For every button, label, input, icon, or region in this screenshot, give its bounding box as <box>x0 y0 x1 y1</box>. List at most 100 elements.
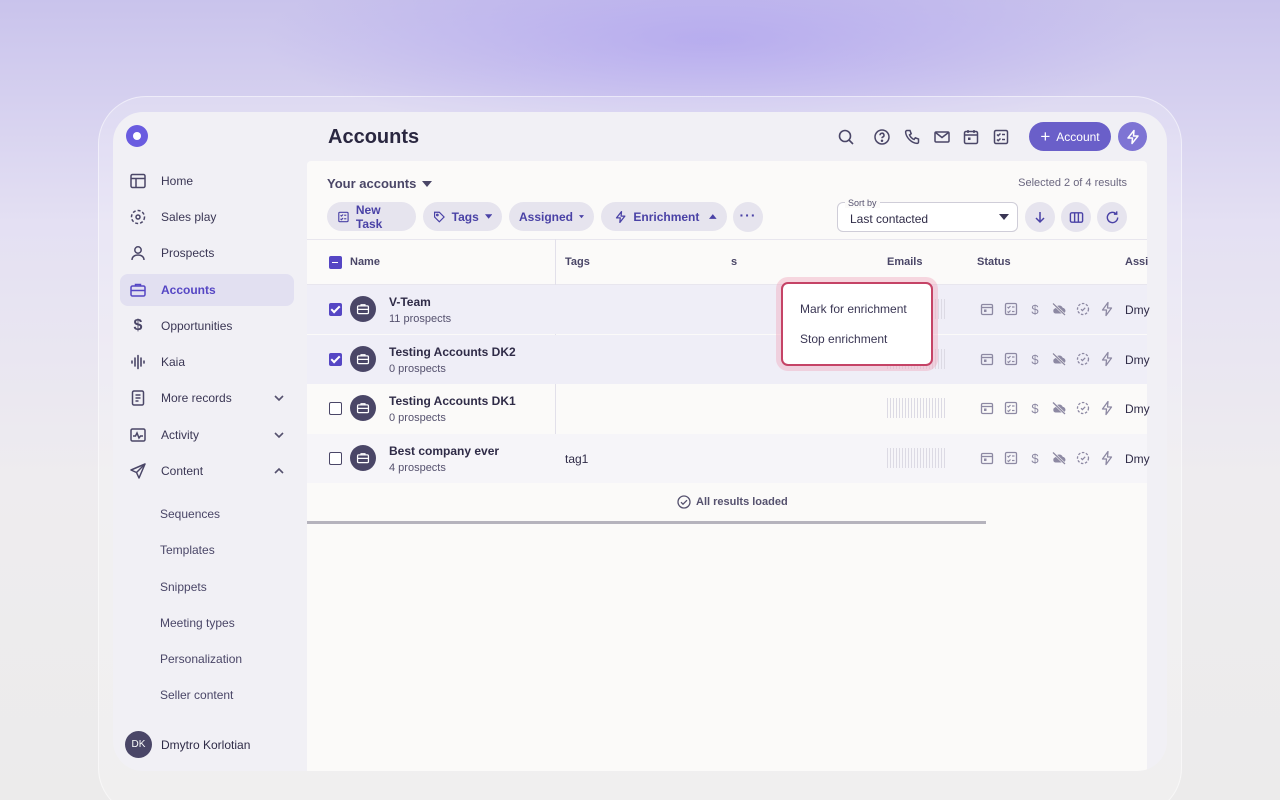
cloud-off-icon[interactable] <box>1051 351 1067 367</box>
sidebar-item-opportunities[interactable]: $ Opportunities <box>120 310 294 342</box>
email-bar <box>890 398 891 418</box>
email-bar <box>896 448 897 468</box>
account-name[interactable]: Testing Accounts DK1 <box>389 394 516 408</box>
search-icon[interactable] <box>837 128 855 146</box>
task-icon[interactable] <box>1003 301 1019 317</box>
calendar-icon[interactable] <box>979 450 995 466</box>
mark-for-enrichment-option[interactable]: Mark for enrichment <box>800 302 907 316</box>
view-selector[interactable]: Your accounts <box>327 176 433 191</box>
columns-button[interactable] <box>1061 202 1091 232</box>
table-row[interactable]: V-Team 11 prospects $ Dmy <box>307 285 1150 334</box>
calendar-icon[interactable] <box>962 128 980 146</box>
email-bar <box>914 448 915 468</box>
row-checkbox[interactable] <box>329 303 342 316</box>
add-account-button[interactable]: + Account <box>1029 122 1111 151</box>
select-all-checkbox[interactable] <box>329 256 342 269</box>
email-bar <box>938 349 939 369</box>
more-actions-button[interactable]: ··· <box>733 202 763 232</box>
sidebar-item-activity[interactable]: Activity <box>120 419 294 451</box>
email-bar <box>932 398 933 418</box>
quick-actions-button[interactable] <box>1118 122 1147 151</box>
all-results-label: All results loaded <box>696 496 788 508</box>
email-bar <box>896 398 897 418</box>
column-header-name[interactable]: Name <box>350 256 380 268</box>
calendar-icon[interactable] <box>979 400 995 416</box>
dollar-icon[interactable]: $ <box>1027 351 1043 367</box>
task-icon[interactable] <box>1003 400 1019 416</box>
app-logo-icon[interactable] <box>126 125 148 147</box>
cloud-off-icon[interactable] <box>1051 400 1067 416</box>
sidebar-item-accounts[interactable]: Accounts <box>120 274 294 306</box>
bolt-icon[interactable] <box>1099 351 1115 367</box>
calendar-icon[interactable] <box>979 351 995 367</box>
tag-cell: tag1 <box>565 452 589 466</box>
chevron-down-icon[interactable] <box>271 390 287 406</box>
assigned-filter-button[interactable]: Assigned <box>509 202 594 231</box>
sync-icon[interactable] <box>1075 351 1091 367</box>
selection-count: Selected 2 of 4 results <box>1018 177 1127 189</box>
dollar-icon[interactable]: $ <box>1027 400 1043 416</box>
task-icon[interactable] <box>1003 351 1019 367</box>
sidebar-subitem-snippets[interactable]: Snippets <box>160 580 207 594</box>
sync-icon[interactable] <box>1075 450 1091 466</box>
sidebar-item-kaia[interactable]: Kaia <box>120 346 294 378</box>
activity-icon <box>128 425 148 445</box>
email-bar <box>890 448 891 468</box>
sidebar-subitem-seller-content[interactable]: Seller content <box>160 688 233 702</box>
cloud-off-icon[interactable] <box>1051 450 1067 466</box>
help-icon[interactable] <box>873 128 891 146</box>
bolt-icon[interactable] <box>1099 301 1115 317</box>
sidebar-item-more-records[interactable]: More records <box>120 382 294 414</box>
sidebar-item-sales-play[interactable]: Sales play <box>120 201 294 233</box>
sort-direction-button[interactable] <box>1025 202 1055 232</box>
sidebar-subitem-sequences[interactable]: Sequences <box>160 507 220 521</box>
bolt-icon[interactable] <box>1099 450 1115 466</box>
column-header-emails[interactable]: Emails <box>887 256 922 268</box>
status-icons: $ <box>979 301 1115 317</box>
task-icon[interactable] <box>1003 450 1019 466</box>
table-row[interactable]: Testing Accounts DK2 0 prospects $ Dmy <box>307 335 1150 384</box>
column-header-tags[interactable]: Tags <box>565 256 590 268</box>
email-bar <box>902 398 903 418</box>
stop-enrichment-option[interactable]: Stop enrichment <box>800 332 887 346</box>
account-name[interactable]: Testing Accounts DK2 <box>389 345 516 359</box>
chevron-down-icon[interactable] <box>271 427 287 443</box>
sort-select[interactable]: Sort by Last contacted <box>837 198 1018 232</box>
column-header-assigned[interactable]: Assi <box>1125 256 1148 268</box>
column-header-status[interactable]: Status <box>977 256 1011 268</box>
task-icon[interactable] <box>992 128 1010 146</box>
horizontal-scrollbar[interactable] <box>307 521 986 524</box>
account-name[interactable]: V-Team <box>389 295 431 309</box>
new-task-button[interactable]: New Task <box>327 202 416 231</box>
cloud-off-icon[interactable] <box>1051 301 1067 317</box>
tags-filter-button[interactable]: Tags <box>423 202 502 231</box>
table-row[interactable]: Testing Accounts DK1 0 prospects $ Dmy <box>307 384 1150 433</box>
row-checkbox[interactable] <box>329 452 342 465</box>
sidebar-item-label: Home <box>161 174 194 188</box>
sync-icon[interactable] <box>1075 400 1091 416</box>
sidebar-item-home[interactable]: Home <box>120 165 294 197</box>
sidebar-subitem-templates[interactable]: Templates <box>160 543 215 557</box>
mail-icon[interactable] <box>933 128 951 146</box>
sidebar-subitem-meeting-types[interactable]: Meeting types <box>160 616 235 630</box>
account-name[interactable]: Best company ever <box>389 444 499 458</box>
chevron-up-icon[interactable] <box>271 463 287 479</box>
sync-icon[interactable] <box>1075 301 1091 317</box>
page-title: Accounts <box>328 126 420 148</box>
bolt-icon[interactable] <box>1099 400 1115 416</box>
refresh-button[interactable] <box>1097 202 1127 232</box>
dollar-icon[interactable]: $ <box>1027 301 1043 317</box>
row-checkbox[interactable] <box>329 402 342 415</box>
sidebar-item-content[interactable]: Content <box>120 455 294 487</box>
phone-icon[interactable] <box>903 128 921 146</box>
enrichment-filter-button[interactable]: Enrichment <box>601 202 727 231</box>
prospect-count: 4 prospects <box>389 462 446 474</box>
dollar-icon[interactable]: $ <box>1027 450 1043 466</box>
row-checkbox[interactable] <box>329 353 342 366</box>
sidebar-subitem-personalization[interactable]: Personalization <box>160 652 242 666</box>
user-profile[interactable]: DK Dmytro Korlotian <box>125 731 250 758</box>
email-bar <box>893 448 894 468</box>
calendar-icon[interactable] <box>979 301 995 317</box>
sidebar-item-prospects[interactable]: Prospects <box>120 237 294 269</box>
table-row[interactable]: Best company ever 4 prospects tag1 $ Dmy <box>307 434 1150 483</box>
